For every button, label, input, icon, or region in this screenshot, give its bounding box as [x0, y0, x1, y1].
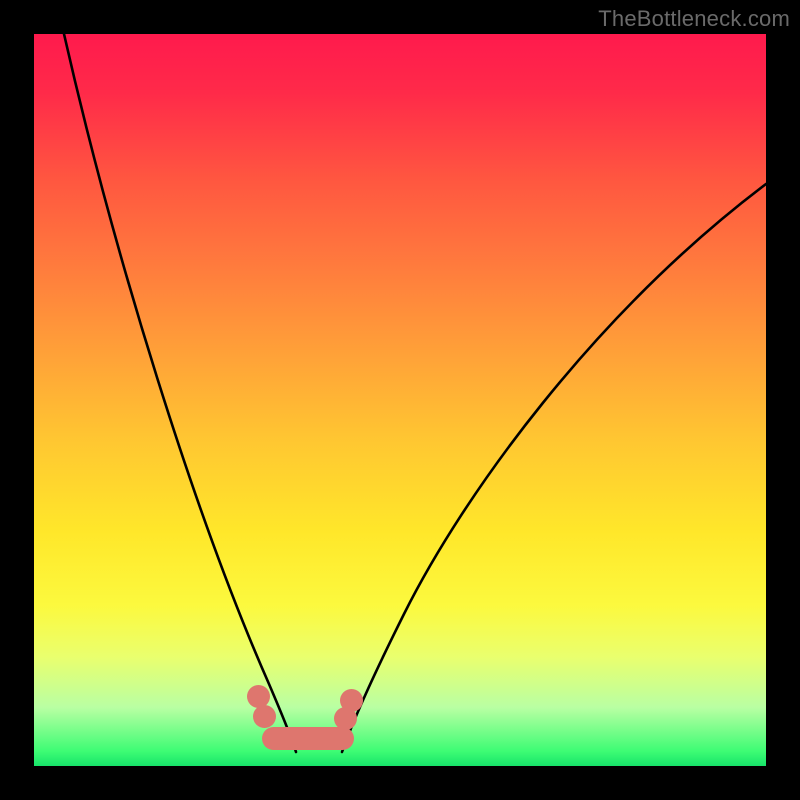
- curve-layer: [34, 34, 766, 766]
- chart-frame: TheBottleneck.com: [0, 0, 800, 800]
- watermark-text: TheBottleneck.com: [598, 6, 790, 32]
- plot-area: [34, 34, 766, 766]
- curve-left: [64, 34, 296, 752]
- curve-right: [342, 184, 766, 752]
